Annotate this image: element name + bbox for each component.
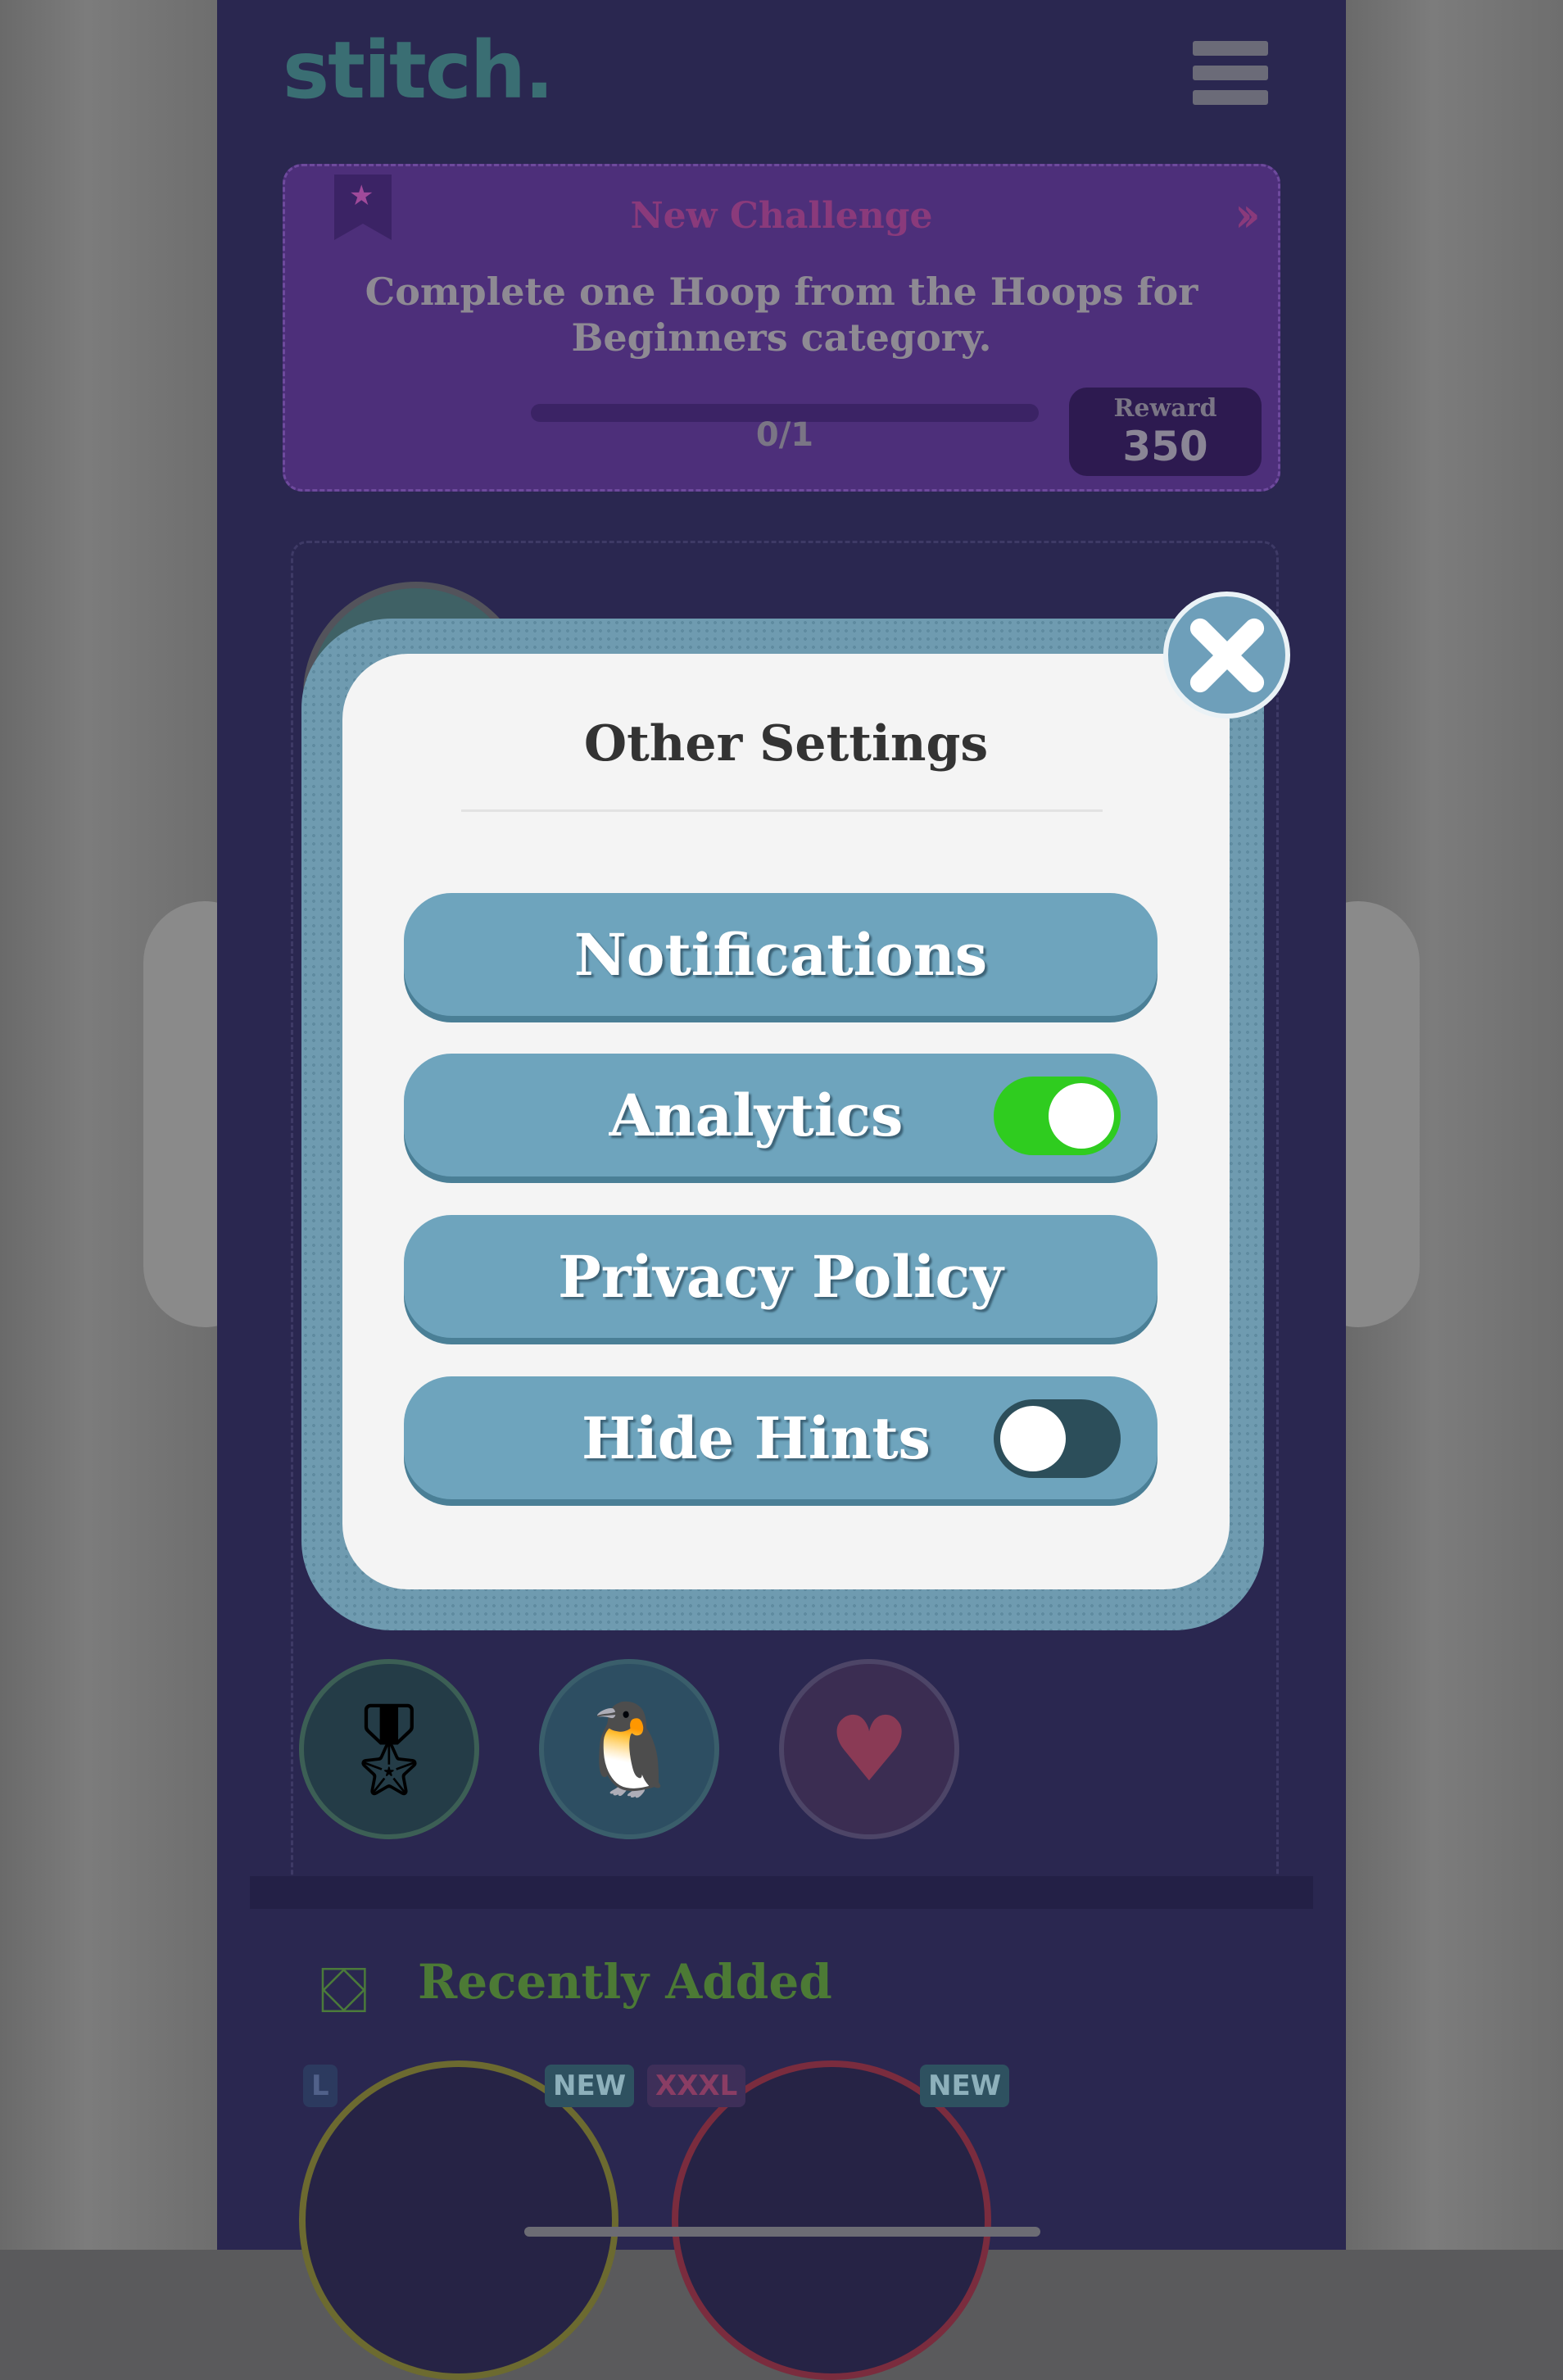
recent-item-thumbnail[interactable] <box>299 2060 618 2380</box>
reward-value: 350 <box>1122 423 1208 470</box>
new-badge: NEW <box>920 2065 1010 2107</box>
section-divider <box>250 1876 1313 1909</box>
hide-hints-label: Hide Hints <box>582 1403 931 1472</box>
close-button[interactable] <box>1163 592 1290 719</box>
new-badge: NEW <box>545 2065 635 2107</box>
left-background-panel <box>0 0 266 2250</box>
privacy-policy-label: Privacy Policy <box>558 1242 1003 1311</box>
close-icon <box>1189 618 1264 692</box>
privacy-policy-button[interactable]: Privacy Policy <box>404 1215 1158 1338</box>
recent-item-thumbnail[interactable] <box>672 2060 991 2380</box>
challenge-card[interactable]: ★ New Challenge ›› Complete one Hoop fro… <box>283 164 1280 492</box>
settings-modal: Other Settings Notifications Analytics P… <box>342 654 1230 1589</box>
analytics-button[interactable]: Analytics <box>404 1054 1158 1176</box>
home-indicator <box>524 2227 1040 2237</box>
progress-label: 0/1 <box>755 416 814 454</box>
recently-added-title: Recently Added <box>418 1954 832 2010</box>
challenge-progress: 0/1 <box>531 400 1039 465</box>
hamburger-menu-icon[interactable] <box>1193 41 1268 111</box>
penguin-icon: 🐧 <box>573 1696 686 1802</box>
size-badge: L <box>303 2065 338 2107</box>
analytics-label: Analytics <box>609 1081 904 1149</box>
modal-title: Other Settings <box>583 715 989 773</box>
notifications-label: Notifications <box>573 920 988 989</box>
toggle-knob <box>1000 1406 1066 1471</box>
challenge-title: New Challenge <box>630 195 933 237</box>
analytics-toggle[interactable] <box>994 1077 1121 1155</box>
heart-icon: ♥ <box>828 1697 910 1802</box>
hide-hints-button[interactable]: Hide Hints <box>404 1376 1158 1499</box>
app-logo: stitch. <box>283 25 555 116</box>
double-chevron-right-icon[interactable]: ›› <box>1235 187 1262 243</box>
challenge-description: Complete one Hoop from the Hoops for Beg… <box>365 270 1198 360</box>
toggle-knob <box>1049 1083 1114 1149</box>
category-penguin-button[interactable]: 🐧 <box>539 1659 719 1839</box>
reward-badge: Reward 350 <box>1069 388 1262 476</box>
category-heart-button[interactable]: ♥ <box>779 1659 959 1839</box>
notifications-button[interactable]: Notifications <box>404 893 1158 1016</box>
nutcracker-icon: 🎖 <box>332 1696 446 1802</box>
category-nutcracker-button[interactable]: 🎖 <box>299 1659 479 1839</box>
hide-hints-toggle[interactable] <box>994 1399 1121 1478</box>
gift-box-icon: ⛋ <box>319 1954 369 2028</box>
reward-label: Reward <box>1113 394 1217 423</box>
right-background-panel <box>1297 0 1563 2250</box>
title-divider <box>461 809 1103 812</box>
size-badge: XXXL <box>647 2065 746 2107</box>
